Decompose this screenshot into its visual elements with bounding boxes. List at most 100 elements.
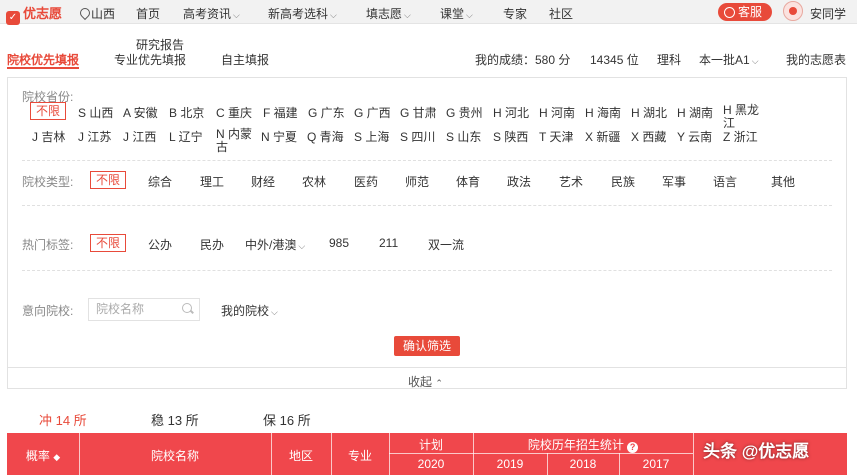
nav-fill-volunteer[interactable]: 填志愿 ⌵ bbox=[366, 5, 411, 22]
type-option-7[interactable]: 政法 bbox=[507, 173, 531, 190]
chevron-down-icon: ⌵ bbox=[298, 241, 306, 251]
rush-count[interactable]: 冲 14 所 bbox=[39, 410, 87, 429]
nav-subject-select[interactable]: 新高考选科 ⌵ bbox=[268, 5, 337, 22]
tag-public[interactable]: 公办 bbox=[148, 236, 172, 253]
province-option-8[interactable]: G 贵州 bbox=[446, 104, 483, 121]
steady-count[interactable]: 稳 13 所 bbox=[151, 410, 199, 429]
type-option-1[interactable]: 理工 bbox=[200, 173, 224, 190]
safe-count[interactable]: 保 16 所 bbox=[263, 410, 311, 429]
province-option-9[interactable]: H 河北 bbox=[493, 104, 529, 121]
province-option-2[interactable]: B 北京 bbox=[169, 104, 204, 121]
province-option-13[interactable]: H 湖南 bbox=[677, 104, 713, 121]
customer-service-button[interactable]: 客服 bbox=[718, 3, 772, 21]
col-plan-year: 2020 bbox=[417, 457, 445, 471]
mode-tabs: 院校优先填报 研究报告 专业优先填报 自主填报 我的成绩：580 分 14345… bbox=[0, 24, 857, 72]
tag-private[interactable]: 民办 bbox=[200, 236, 224, 253]
province-option-7[interactable]: S 上海 bbox=[354, 128, 389, 145]
logo-icon: ✓ bbox=[6, 11, 20, 25]
collapse-button[interactable]: 收起 ⌃ bbox=[408, 373, 443, 390]
province-option-11[interactable]: H 海南 bbox=[585, 104, 621, 121]
tag-sino-foreign[interactable]: 中外/港澳 ⌵ bbox=[245, 236, 305, 253]
province-option-7[interactable]: G 甘肃 bbox=[400, 104, 437, 121]
province-option-1[interactable]: A 安徽 bbox=[123, 104, 158, 121]
batch-selector[interactable]: 本一批A1 ⌵ bbox=[699, 51, 759, 68]
divider bbox=[22, 160, 832, 161]
type-unlimited[interactable]: 不限 bbox=[90, 171, 127, 189]
province-unlimited[interactable]: 不限 bbox=[30, 102, 67, 120]
chevron-down-icon: ⌵ bbox=[330, 10, 337, 20]
help-icon[interactable]: ? bbox=[627, 442, 639, 453]
province-option-1[interactable]: J 江苏 bbox=[78, 128, 111, 145]
tag-unlimited[interactable]: 不限 bbox=[90, 234, 127, 252]
province-option-0[interactable]: J 吉林 bbox=[32, 128, 65, 145]
col-history: 院校历年招生统计 ? bbox=[473, 436, 693, 453]
tag-double-first-class[interactable]: 双一流 bbox=[428, 236, 464, 253]
province-option-5[interactable]: N 宁夏 bbox=[261, 128, 297, 145]
type-option-6[interactable]: 体育 bbox=[456, 173, 480, 190]
type-option-10[interactable]: 军事 bbox=[662, 173, 686, 190]
site-logo[interactable]: ✓ 优志愿 bbox=[6, 3, 62, 25]
province-option-2[interactable]: J 江西 bbox=[123, 128, 156, 145]
province-option-4[interactable]: F 福建 bbox=[263, 104, 298, 121]
col-region: 地区 bbox=[288, 449, 313, 463]
my-score: 我的成绩：580 分 bbox=[475, 53, 571, 67]
type-option-3[interactable]: 农林 bbox=[302, 173, 326, 190]
chevron-down-icon: ⌵ bbox=[751, 56, 759, 66]
tab-self-fill[interactable]: 自主填报 bbox=[221, 51, 269, 68]
province-option-11[interactable]: T 天津 bbox=[539, 128, 573, 145]
nav-home[interactable]: 首页 bbox=[136, 5, 160, 22]
province-option-10[interactable]: S 陕西 bbox=[493, 128, 528, 145]
my-schools-dropdown[interactable]: 我的院校 ⌵ bbox=[221, 302, 278, 319]
province-option-5[interactable]: G 广东 bbox=[308, 104, 345, 121]
type-option-11[interactable]: 语言 bbox=[713, 173, 737, 190]
tag-985[interactable]: 985 bbox=[329, 236, 349, 250]
sort-icon: ◆ bbox=[53, 452, 61, 462]
tab-major-first[interactable]: 专业优先填报 bbox=[114, 51, 186, 68]
logo-text: 优志愿 bbox=[23, 6, 63, 21]
province-option-0[interactable]: S 山西 bbox=[78, 104, 113, 121]
province-option-3[interactable]: L 辽宁 bbox=[169, 128, 203, 145]
divider bbox=[22, 270, 832, 271]
subject-type: 理科 bbox=[657, 53, 682, 67]
type-option-8[interactable]: 艺术 bbox=[559, 173, 583, 190]
location-pin-icon bbox=[80, 8, 88, 18]
filter-panel: 院校省份: 不限 S 山西 A 安徽 B 北京 C 重庆 F 福建 G 广东 G 广西 G 甘… bbox=[7, 77, 847, 389]
my-volunteer-link[interactable]: 我的志愿表 bbox=[786, 51, 846, 68]
search-icon[interactable] bbox=[182, 303, 193, 314]
province-option-4[interactable]: N 内蒙古 bbox=[216, 128, 256, 154]
province-option-10[interactable]: H 河南 bbox=[539, 104, 575, 121]
type-option-0[interactable]: 综合 bbox=[148, 173, 172, 190]
province-option-6[interactable]: G 广西 bbox=[354, 104, 391, 121]
chevron-down-icon: ⌵ bbox=[271, 307, 278, 317]
province-option-6[interactable]: Q 青海 bbox=[307, 128, 344, 145]
nav-expert[interactable]: 专家 bbox=[503, 5, 527, 22]
location-text: 山西 bbox=[91, 7, 116, 21]
nav-news[interactable]: 高考资讯 ⌵ bbox=[183, 5, 240, 22]
type-option-12[interactable]: 其他 bbox=[771, 173, 795, 190]
school-search-input[interactable]: 院校名称 bbox=[88, 298, 200, 321]
col-probability[interactable]: 概率 ◆ bbox=[7, 447, 79, 464]
divider bbox=[22, 205, 832, 206]
province-option-9[interactable]: S 山东 bbox=[446, 128, 481, 145]
type-option-9[interactable]: 民族 bbox=[611, 173, 635, 190]
province-option-12[interactable]: X 新疆 bbox=[585, 128, 620, 145]
type-option-4[interactable]: 医药 bbox=[354, 173, 378, 190]
province-option-13[interactable]: X 西藏 bbox=[631, 128, 666, 145]
username[interactable]: 安同学 bbox=[810, 5, 846, 22]
type-option-5[interactable]: 师范 bbox=[405, 173, 429, 190]
province-option-14[interactable]: Y 云南 bbox=[677, 128, 712, 145]
avatar[interactable] bbox=[783, 1, 803, 21]
tab-school-first[interactable]: 院校优先填报 bbox=[7, 51, 79, 68]
confirm-filter-button[interactable]: 确认筛选 bbox=[394, 336, 460, 356]
nav-community[interactable]: 社区 bbox=[549, 5, 573, 22]
location-selector[interactable]: 山西 bbox=[80, 5, 115, 22]
province-option-3[interactable]: C 重庆 bbox=[216, 104, 252, 121]
type-option-2[interactable]: 财经 bbox=[251, 173, 275, 190]
col-year-2018: 2018 bbox=[569, 457, 597, 471]
province-option-8[interactable]: S 四川 bbox=[400, 128, 435, 145]
tag-211[interactable]: 211 bbox=[379, 236, 398, 250]
province-option-15[interactable]: Z 浙江 bbox=[723, 128, 758, 145]
province-option-14[interactable]: H 黑龙江 bbox=[723, 104, 763, 130]
province-option-12[interactable]: H 湖北 bbox=[631, 104, 667, 121]
nav-classroom[interactable]: 课堂 ⌵ bbox=[440, 5, 473, 22]
